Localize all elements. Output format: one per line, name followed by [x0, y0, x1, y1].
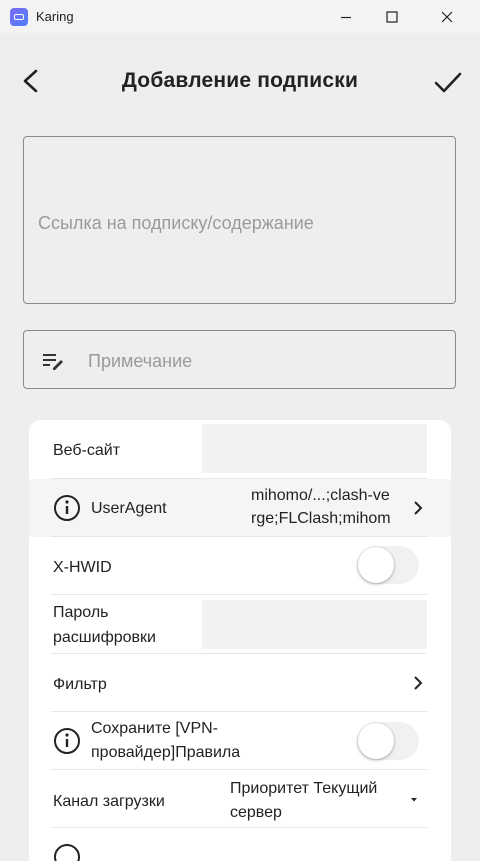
subscription-link-input[interactable]: Ссылка на подписку/содержание: [23, 136, 456, 304]
user-agent-label: UserAgent: [91, 500, 167, 517]
maximize-button[interactable]: [369, 0, 415, 33]
download-channel-dropdown[interactable]: Приоритет Текущий сервер: [227, 770, 427, 828]
user-agent-row[interactable]: UserAgent mihomo/...;clash-ve rge;FLClas…: [29, 479, 451, 537]
info-icon[interactable]: [53, 494, 81, 522]
close-icon: [441, 11, 453, 22]
confirm-button[interactable]: [432, 66, 464, 98]
download-channel-value-line2: сервер: [230, 804, 282, 821]
subscription-link-placeholder: Ссылка на подписку/содержание: [38, 213, 314, 233]
save-provider-rules-row: Сохраните [VPN- провайдер]Правила: [29, 712, 451, 770]
notes-icon: [43, 354, 63, 370]
save-provider-rules-label-line2: провайдер]Правила: [91, 744, 241, 761]
remark-input[interactable]: Примечание: [23, 330, 456, 389]
download-channel-value-line1: Приоритет Текущий: [230, 780, 378, 797]
close-button[interactable]: [424, 0, 470, 33]
save-provider-rules-toggle[interactable]: [357, 722, 419, 760]
dropdown-arrow-icon: [411, 798, 417, 802]
karing-app-icon: [10, 8, 28, 26]
decrypt-password-input[interactable]: [202, 600, 427, 649]
info-icon[interactable]: [53, 727, 81, 755]
app-header: Добавление подписки: [0, 33, 480, 128]
user-agent-value-line2: rge;FLClash;mihom: [251, 510, 391, 527]
decrypt-password-label-line1: Пароль: [53, 604, 109, 621]
download-channel-label: Канал загрузки: [53, 793, 165, 810]
toggle-thumb: [358, 723, 394, 759]
toggle-thumb: [358, 547, 394, 583]
user-agent-value-line1: mihomo/...;clash-ve: [251, 487, 390, 504]
page-title: Добавление подписки: [121, 69, 359, 92]
chevron-right-icon: [414, 676, 423, 690]
hwid-label: X-HWID: [53, 559, 112, 576]
hwid-row: X-HWID: [29, 537, 451, 595]
decrypt-password-label-line2: расшифровки: [53, 629, 156, 646]
window-title: Karing: [36, 9, 74, 24]
website-input[interactable]: [202, 424, 427, 473]
download-channel-row: Канал загрузки Приоритет Текущий сервер: [29, 770, 451, 828]
minimize-icon: [341, 16, 351, 18]
subscription-settings-card: Веб-сайт UserAgent mihomo/...;clash-ve r…: [29, 420, 451, 861]
maximize-icon: [386, 10, 398, 23]
website-row: Веб-сайт: [29, 420, 451, 479]
save-provider-rules-label-line1: Сохраните [VPN-: [91, 720, 219, 737]
hwid-toggle[interactable]: [357, 546, 419, 584]
remark-placeholder: Примечание: [88, 351, 193, 371]
info-icon[interactable]: [53, 843, 81, 861]
filter-label: Фильтр: [53, 676, 107, 693]
divider: [51, 827, 427, 828]
window-titlebar: Karing: [0, 0, 480, 33]
filter-row[interactable]: Фильтр: [29, 654, 451, 712]
decrypt-password-row: Пароль расшифровки: [29, 595, 451, 654]
website-label: Веб-сайт: [53, 442, 121, 459]
minimize-button[interactable]: [323, 0, 369, 33]
chevron-right-icon: [414, 501, 423, 515]
check-icon: [434, 72, 462, 93]
